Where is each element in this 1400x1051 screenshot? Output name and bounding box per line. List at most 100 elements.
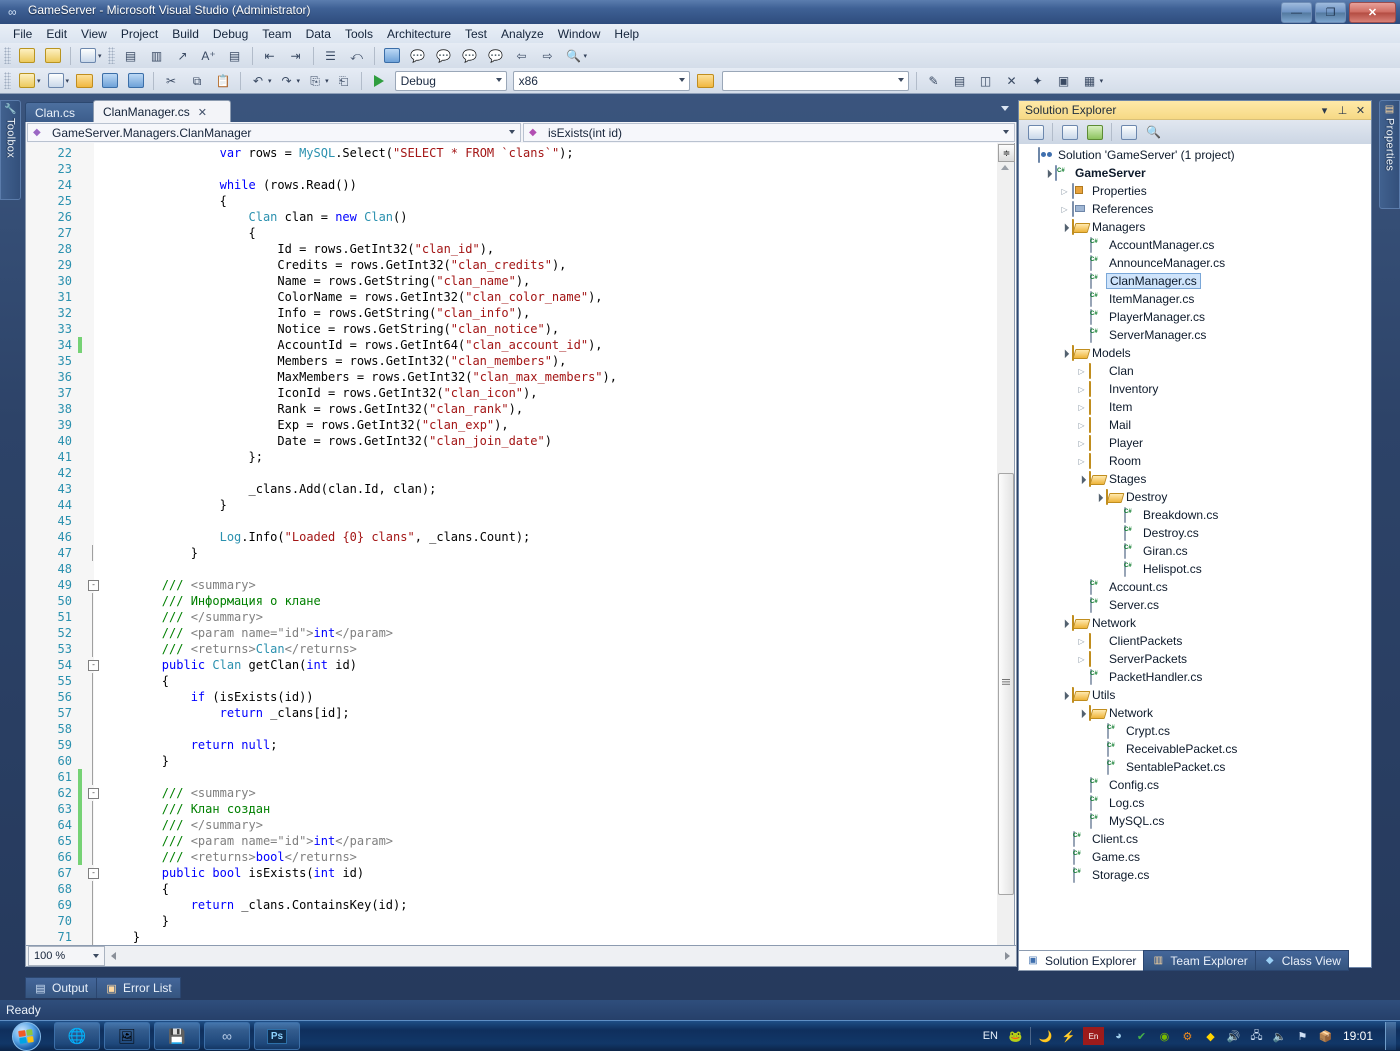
code-line[interactable]: 30 Name = rows.GetString("clan_name"), [26, 273, 986, 289]
solution-tree[interactable]: Solution 'GameServer' (1 project)◢GameSe… [1019, 144, 1371, 967]
code-line[interactable]: 38 Rank = rows.GetInt32("clan_rank"), [26, 401, 986, 417]
code-line[interactable]: 29 Credits = rows.GetInt32("clan_credits… [26, 257, 986, 273]
tree-item-announcemanager-cs[interactable]: AnnounceManager.cs [1019, 254, 1371, 272]
menu-item-window[interactable]: Window [551, 25, 608, 43]
code-line[interactable]: 37 IconId = rows.GetInt32("clan_icon"), [26, 385, 986, 401]
code-line[interactable]: 54 - public Clan getClan(int id) [26, 657, 986, 673]
speaker-icon[interactable]: 🔈 [1271, 1028, 1288, 1044]
tree-item-room[interactable]: ▷ Room [1019, 452, 1371, 470]
language-indicator[interactable]: EN [983, 1030, 998, 1042]
banana-icon[interactable]: 🌙 [1037, 1028, 1054, 1044]
expander-collapsed-icon[interactable]: ▷ [1076, 402, 1087, 413]
code-line[interactable]: 44 } [26, 497, 986, 513]
package-icon[interactable]: 📦 [1317, 1028, 1334, 1044]
taskbar-clock[interactable]: 19:01 [1343, 1029, 1373, 1043]
minimize-button[interactable]: — [1281, 2, 1312, 23]
properties-window-icon[interactable]: ▤ [948, 69, 972, 92]
taskbar-item-chrome[interactable]: 🌐 [54, 1022, 100, 1050]
open-file-icon[interactable] [72, 69, 96, 92]
start-debugging-button[interactable] [367, 69, 391, 92]
tree-item-network[interactable]: ◢ Network [1019, 704, 1371, 722]
code-line[interactable]: 55 { [26, 673, 986, 689]
tree-item-accountmanager-cs[interactable]: AccountManager.cs [1019, 236, 1371, 254]
yellow-diamond-icon[interactable]: ◆ [1202, 1028, 1219, 1044]
action-center-icon[interactable]: ⚑ [1294, 1028, 1311, 1044]
volume-red-icon[interactable]: 🔊 [1225, 1028, 1242, 1044]
code-line[interactable]: 66 /// <returns>bool</returns> [26, 849, 986, 865]
comment-block-icon[interactable]: ▤ [223, 44, 247, 67]
code-line[interactable]: 39 Exp = rows.GetInt32("clan_exp"), [26, 417, 986, 433]
toolbar-grip[interactable] [4, 72, 11, 89]
code-line[interactable]: 56 if (isExists(id)) [26, 689, 986, 705]
copy-icon[interactable]: ⧉ [185, 69, 209, 92]
tree-item-destroy-cs[interactable]: Destroy.cs [1019, 524, 1371, 542]
tool-tab-output[interactable]: ▤ Output [25, 977, 98, 998]
code-line[interactable]: 24 while (rows.Read()) [26, 177, 986, 193]
code-line[interactable]: 65 /// <param name="id">int</param> [26, 833, 986, 849]
tree-item-server-cs[interactable]: Server.cs [1019, 596, 1371, 614]
editor-horizontal-scrollbar[interactable]: 100 % [25, 945, 1017, 967]
menu-item-edit[interactable]: Edit [39, 25, 74, 43]
tree-item-crypt-cs[interactable]: Crypt.cs [1019, 722, 1371, 740]
object-browser-icon[interactable]: 🔍 [1141, 121, 1166, 144]
menu-item-architecture[interactable]: Architecture [380, 25, 458, 43]
code-line[interactable]: 34 AccountId = rows.GetInt64("clan_accou… [26, 337, 986, 353]
code-line[interactable]: 35 Members = rows.GetInt32("clan_members… [26, 353, 986, 369]
taskbar-item-photoshop[interactable]: Ps [254, 1022, 300, 1050]
expander-collapsed-icon[interactable]: ▷ [1059, 186, 1070, 197]
fold-toggle-icon[interactable]: - [88, 660, 99, 671]
tree-item-mysql-cs[interactable]: MySQL.cs [1019, 812, 1371, 830]
code-line[interactable]: 42 [26, 465, 986, 481]
tree-item-item[interactable]: ▷ Item [1019, 398, 1371, 416]
start-button[interactable] [2, 1021, 50, 1051]
tree-item-stages[interactable]: ◢ Stages [1019, 470, 1371, 488]
comment-balloon-3-icon[interactable]: 💬 [458, 44, 482, 67]
tree-item-player[interactable]: ▷ Player [1019, 434, 1371, 452]
comment-selection-icon[interactable] [15, 44, 39, 67]
tree-item-servermanager-cs[interactable]: ServerManager.cs [1019, 326, 1371, 344]
toolbar-grip[interactable] [4, 47, 11, 64]
menu-item-project[interactable]: Project [114, 25, 165, 43]
menu-item-analyze[interactable]: Analyze [494, 25, 551, 43]
tree-item-mail[interactable]: ▷ Mail [1019, 416, 1371, 434]
code-line[interactable]: 46 Log.Info("Loaded {0} clans", _clans.C… [26, 529, 986, 545]
expander-expanded-icon[interactable]: ◢ [1091, 489, 1107, 505]
expander-expanded-icon[interactable]: ◢ [1057, 219, 1073, 235]
taskbar-item-save-app[interactable]: 💾 [154, 1022, 200, 1050]
menu-item-tools[interactable]: Tools [338, 25, 380, 43]
properties-window-icon[interactable] [1023, 121, 1048, 144]
chevron-down-icon[interactable]: ▾ [1317, 103, 1332, 117]
toolbox-dock-tab[interactable]: 🔧 Toolbox [0, 100, 21, 200]
decrease-indent-icon[interactable]: ⇤ [258, 44, 282, 67]
tree-item-log-cs[interactable]: Log.cs [1019, 794, 1371, 812]
code-line[interactable]: 57 return _clans[id]; [26, 705, 986, 721]
close-icon[interactable]: ✕ [1353, 103, 1368, 117]
tree-item-receivablepacket-cs[interactable]: ReceivablePacket.cs [1019, 740, 1371, 758]
settings-gear-icon[interactable]: ⚙ [1179, 1028, 1196, 1044]
surround-with-icon[interactable]: ▥ [145, 44, 169, 67]
tree-item-clanmanager-cs[interactable]: ClanManager.cs [1019, 272, 1371, 290]
code-line[interactable]: 62 - /// <summary> [26, 785, 986, 801]
save-icon[interactable] [98, 69, 122, 92]
panel-tab-class-view[interactable]: ◆ Class View [1254, 950, 1349, 971]
code-line[interactable]: 68 { [26, 881, 986, 897]
undo-icon[interactable]: ↶ [246, 69, 270, 92]
window-icon[interactable] [380, 44, 404, 67]
split-view-button[interactable]: ≑ [998, 144, 1015, 162]
code-line[interactable]: 23 [26, 161, 986, 177]
code-line[interactable]: 50 /// Информация о клане [26, 593, 986, 609]
comment-balloon-4-icon[interactable]: 💬 [484, 44, 508, 67]
code-line[interactable]: 52 /// <param name="id">int</param> [26, 625, 986, 641]
expander-collapsed-icon[interactable]: ▷ [1076, 420, 1087, 431]
tree-item-itemmanager-cs[interactable]: ItemManager.cs [1019, 290, 1371, 308]
tab-overflow-chevron-icon[interactable] [1001, 106, 1009, 111]
toolbar-grip[interactable] [107, 47, 115, 64]
tree-item-properties[interactable]: ▷ Properties [1019, 182, 1371, 200]
expander-expanded-icon[interactable]: ◢ [1057, 345, 1073, 361]
tree-item-client-cs[interactable]: Client.cs [1019, 830, 1371, 848]
menu-item-file[interactable]: File [6, 25, 39, 43]
network-icon[interactable]: 🖧 [1248, 1028, 1265, 1044]
taskbar-item-visualstudio[interactable]: ∞ [204, 1022, 250, 1050]
tree-item-destroy[interactable]: ◢ Destroy [1019, 488, 1371, 506]
solution-platform-dropdown[interactable]: x86 [512, 70, 690, 91]
